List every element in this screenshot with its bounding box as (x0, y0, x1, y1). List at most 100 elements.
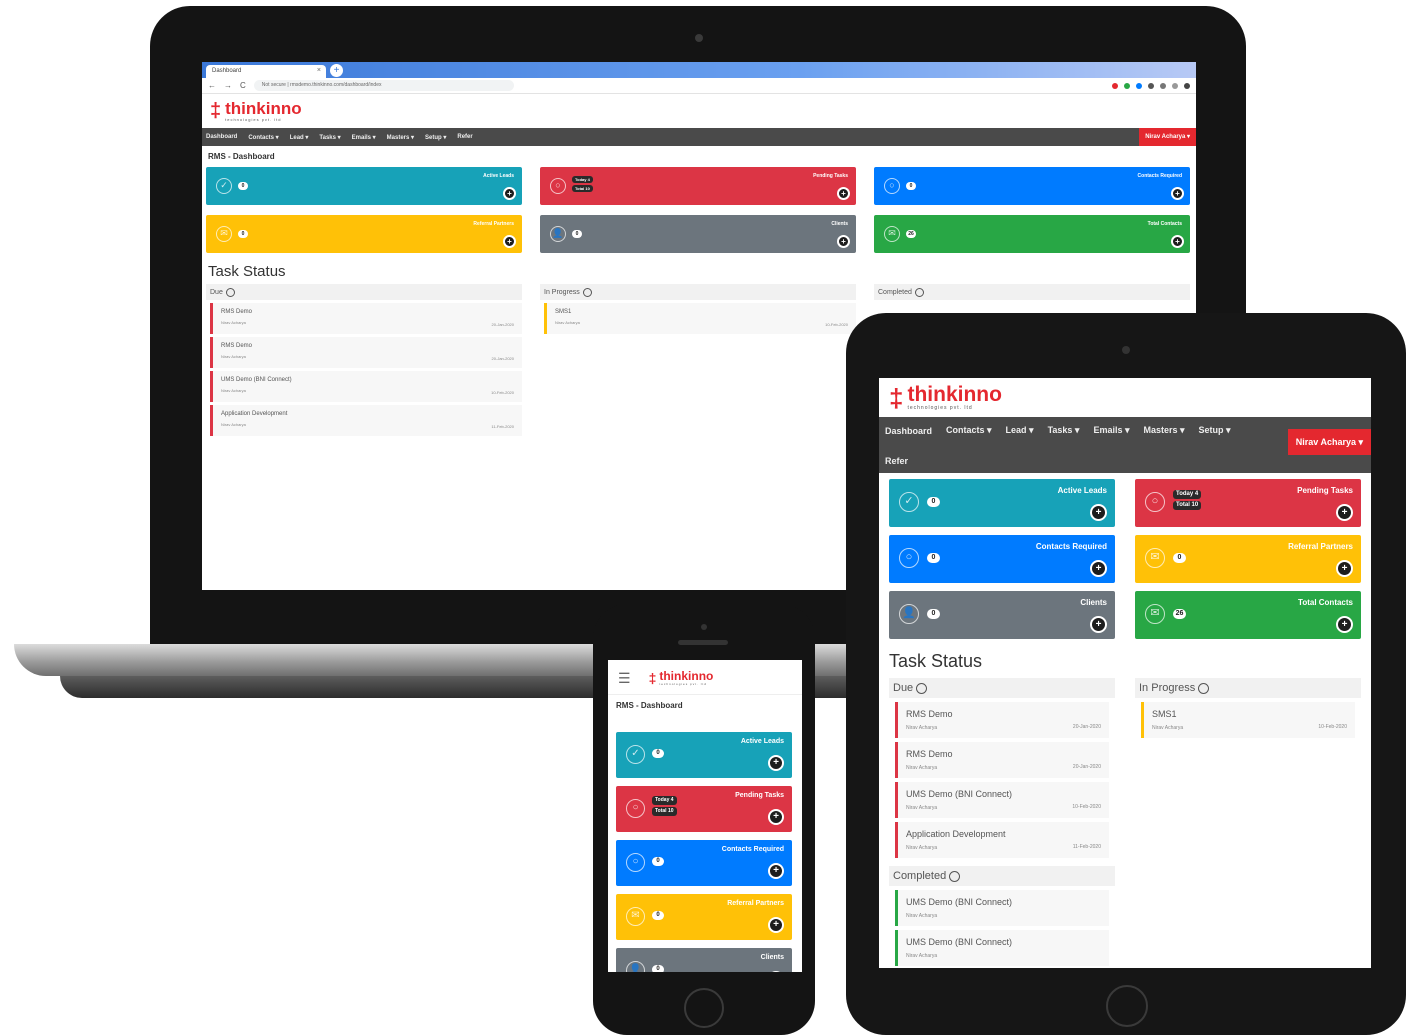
tile-label: Referral Partners (473, 221, 514, 227)
tile-open-icon[interactable]: + (837, 187, 850, 200)
tile-pending-tasks[interactable]: ○ Today 4 Total 10 Pending Tasks + (1135, 479, 1361, 527)
tile-open-icon[interactable]: + (768, 755, 784, 771)
extension-icon[interactable] (1148, 82, 1154, 89)
nav-refer[interactable]: Refer (457, 134, 472, 140)
tile-total-contacts[interactable]: ✉ 26 Total Contacts + (874, 215, 1190, 253)
count-badge-icon (949, 870, 961, 882)
users-icon: 👤 (626, 961, 645, 972)
tile-contacts-required[interactable]: ○ 0 Contacts Required + (889, 535, 1115, 583)
tile-pending-tasks[interactable]: ○ Today 4 Total 10 Pending Tasks + (540, 167, 856, 205)
task-item[interactable]: Application Development Nirav Acharya 11… (210, 405, 522, 436)
tile-open-icon[interactable]: + (1171, 187, 1184, 200)
task-item[interactable]: SMS1 Nirav Acharya 10-Feb-2020 (1141, 702, 1355, 738)
tile-contacts-required[interactable]: ○ 0 Contacts Required + (874, 167, 1190, 205)
extension-icon[interactable] (1124, 82, 1130, 89)
nav-tasks[interactable]: Tasks ▾ (1048, 425, 1080, 436)
reload-icon[interactable]: C (240, 81, 246, 90)
tile-open-icon[interactable]: + (503, 187, 516, 200)
tile-referral-partners[interactable]: ✉ 0 Referral Partners + (1135, 535, 1361, 583)
nav-masters[interactable]: Masters ▾ (1144, 425, 1185, 436)
extension-icon[interactable] (1136, 82, 1142, 89)
brand-logo[interactable]: ‡ thinkinno technologies pvt. ltd (879, 378, 1371, 417)
nav-emails[interactable]: Emails ▾ (352, 134, 376, 141)
browser-tab[interactable]: Dashboard × (206, 65, 326, 78)
task-name: UMS Demo (BNI Connect) (221, 377, 292, 383)
due-column: Due RMS Demo Nirav Acharya 20-Jan-2020 R… (206, 284, 522, 439)
task-item[interactable]: RMS Demo Nirav Acharya 20-Jan-2020 (895, 742, 1109, 778)
tile-count: 0 (572, 230, 582, 238)
task-item[interactable]: UMS Demo (BNI Connect) Nirav Acharya 10-… (895, 782, 1109, 818)
profile-avatar[interactable] (1184, 82, 1190, 89)
user-menu[interactable]: Nirav Acharya ▾ (1287, 429, 1371, 455)
task-item[interactable]: UMS Demo (BNI Connect) Nirav Acharya (895, 930, 1109, 966)
task-item[interactable]: Application Development Nirav Acharya 11… (895, 822, 1109, 858)
tile-open-icon[interactable]: + (503, 235, 516, 248)
tile-open-icon[interactable]: + (1336, 504, 1353, 521)
tile-open-icon[interactable]: + (1090, 616, 1107, 633)
nav-contacts[interactable]: Contacts ▾ (248, 134, 278, 141)
task-date: 20-Jan-2020 (491, 322, 514, 327)
task-item[interactable]: RMS Demo Nirav Acharya 20-Jan-2020 (895, 702, 1109, 738)
check-circle-icon: ✓ (626, 745, 645, 764)
tile-open-icon[interactable]: + (768, 863, 784, 879)
nav-dashboard[interactable]: Dashboard (885, 426, 932, 436)
tile-clients[interactable]: 👤 0 Clients + (616, 948, 792, 972)
task-date: 10-Feb-2020 (1072, 804, 1101, 810)
brand-logo[interactable]: ‡ thinkinno technologies pvt. ltd (649, 670, 714, 686)
in-progress-label: In Progress (1139, 682, 1196, 694)
nav-masters[interactable]: Masters ▾ (387, 134, 414, 141)
tile-pending-tasks[interactable]: ○ Today 4 Total 10 Pending Tasks + (616, 786, 792, 832)
task-item[interactable]: RMS Demo Nirav Acharya 20-Jan-2020 (210, 303, 522, 334)
tile-open-icon[interactable]: + (1336, 560, 1353, 577)
nav-refer[interactable]: Refer (885, 456, 908, 466)
tile-open-icon[interactable]: + (768, 809, 784, 825)
tile-referral-partners[interactable]: ✉ 0 Referral Partners + (206, 215, 522, 253)
browser-tab-strip: Dashboard × + (202, 62, 1196, 78)
extension-icon[interactable] (1112, 82, 1118, 89)
task-item[interactable]: RMS Demo Nirav Acharya 20-Jan-2020 (210, 337, 522, 368)
handshake-icon: ✉ (884, 226, 900, 242)
extension-icon[interactable] (1160, 82, 1166, 89)
nav-setup[interactable]: Setup ▾ (1199, 425, 1231, 436)
nav-dashboard[interactable]: Dashboard (206, 134, 237, 140)
tile-clients[interactable]: 👤 0 Clients + (540, 215, 856, 253)
tab-close-icon[interactable]: × (317, 67, 321, 74)
tile-open-icon[interactable]: + (768, 917, 784, 933)
hamburger-menu-icon[interactable]: ☰ (618, 671, 631, 685)
tile-open-icon[interactable]: + (1090, 560, 1107, 577)
total-badge: Total 10 (572, 185, 593, 192)
tile-open-icon[interactable]: + (837, 235, 850, 248)
nav-tasks[interactable]: Tasks ▾ (319, 134, 340, 141)
tile-open-icon[interactable]: + (1171, 235, 1184, 248)
back-icon[interactable]: ← (208, 81, 216, 90)
tile-total-contacts[interactable]: ✉ 26 Total Contacts + (1135, 591, 1361, 639)
tile-clients[interactable]: 👤 0 Clients + (889, 591, 1115, 639)
user-menu[interactable]: Nirav Acharya ▾ (1139, 128, 1196, 146)
tile-active-leads[interactable]: ✓ 0 Active Leads + (889, 479, 1115, 527)
main-navbar: Dashboard Contacts ▾ Lead ▾ Tasks ▾ Emai… (202, 128, 1196, 146)
tile-contacts-required[interactable]: ○ 0 Contacts Required + (616, 840, 792, 886)
task-item[interactable]: UMS Demo (BNI Connect) Nirav Acharya 10-… (210, 371, 522, 402)
nav-lead[interactable]: Lead ▾ (1006, 425, 1034, 436)
address-bar[interactable]: Not secure | rmsdemo.thinkinno.com/dashb… (253, 80, 514, 91)
extension-icon[interactable] (1172, 82, 1178, 89)
nav-contacts[interactable]: Contacts ▾ (946, 425, 992, 436)
nav-setup[interactable]: Setup ▾ (425, 134, 446, 141)
tile-open-icon[interactable]: + (1090, 504, 1107, 521)
tile-referral-partners[interactable]: ✉ 0 Referral Partners + (616, 894, 792, 940)
due-column: Due RMS Demo Nirav Acharya 20-Jan-2020 R… (889, 678, 1115, 968)
count-badge-icon (1198, 682, 1210, 694)
new-tab-button[interactable]: + (330, 64, 343, 77)
brand-logo[interactable]: ‡ thinkinno technologies pvt. ltd (202, 94, 1196, 128)
task-item[interactable]: SMS1 Nirav Acharya 10-Feb-2020 (544, 303, 856, 334)
tile-active-leads[interactable]: ✓ 0 Active Leads + (206, 167, 522, 205)
tile-open-icon[interactable]: + (1336, 616, 1353, 633)
task-item[interactable]: UMS Demo (BNI Connect) Nirav Acharya (895, 890, 1109, 926)
nav-emails[interactable]: Emails ▾ (1093, 425, 1129, 436)
forward-icon[interactable]: → (224, 81, 232, 90)
nav-lead[interactable]: Lead ▾ (290, 134, 309, 141)
clock-icon: ○ (550, 178, 566, 194)
tile-open-icon[interactable]: + (768, 971, 784, 972)
tile-active-leads[interactable]: ✓ 0 Active Leads + (616, 732, 792, 778)
tile-label: Referral Partners (1288, 542, 1353, 551)
